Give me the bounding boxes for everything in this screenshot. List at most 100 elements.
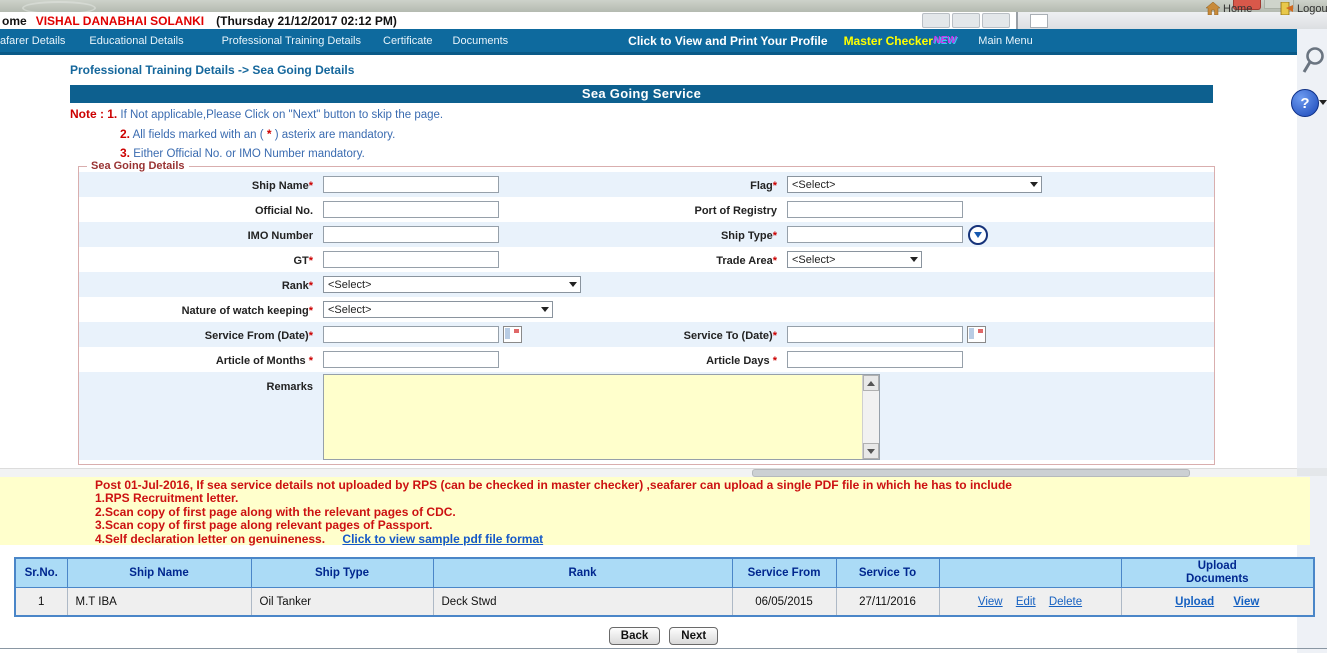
required-asterisk: *	[773, 355, 777, 367]
trade-area-select[interactable]: <Select>	[787, 251, 922, 268]
notice-line-1: Post 01-Jul-2016, If sea service details…	[95, 479, 1310, 492]
ship-name-input[interactable]	[323, 176, 499, 193]
nav-educational-details[interactable]: Educational Details	[89, 35, 183, 47]
cell-ship-type: Oil Tanker	[251, 588, 433, 617]
required-asterisk: *	[309, 355, 313, 367]
breadcrumb: Professional Training Details -> Sea Goi…	[70, 63, 354, 77]
note-3-text: Either Official No. or IMO Number mandat…	[133, 148, 365, 160]
nav-professional-training-details[interactable]: Professional Training Details	[222, 35, 361, 47]
article-months-input[interactable]	[323, 351, 499, 368]
service-from-calendar-icon[interactable]	[503, 326, 522, 343]
article-days-label: Article Days	[706, 355, 773, 367]
browser-chrome-fragment	[952, 13, 980, 28]
sample-pdf-link[interactable]: Click to view sample pdf file format	[342, 532, 543, 546]
remarks-textarea[interactable]	[323, 374, 880, 460]
scroll-down-icon[interactable]	[863, 443, 879, 459]
datetime-text: (Thursday 21/12/2017 02:12 PM)	[216, 14, 397, 28]
flag-select-value: <Select>	[788, 179, 839, 191]
horizontal-scrollbar[interactable]	[0, 468, 1297, 477]
cell-rank: Deck Stwd	[433, 588, 732, 617]
search-icon[interactable]	[1302, 46, 1326, 76]
flag-select[interactable]: <Select>	[787, 176, 1042, 193]
nav-seafarer-details[interactable]: afarer Details	[0, 35, 65, 47]
imo-number-input[interactable]	[323, 226, 499, 243]
form-row-article: Article of Months * Article Days *	[79, 347, 1214, 372]
header-upload-documents: Upload Documents	[1121, 558, 1314, 588]
nav-main-menu[interactable]: Main Menu	[978, 35, 1032, 47]
browser-chrome-fragment	[982, 13, 1010, 28]
port-of-registry-input[interactable]	[787, 201, 963, 218]
rank-select[interactable]: <Select>	[323, 276, 581, 293]
article-months-label: Article of Months	[216, 355, 309, 367]
nav-view-print-profile[interactable]: Click to View and Print Your Profile	[628, 34, 827, 48]
service-to-label: Service To (Date)	[684, 330, 773, 342]
browser-chrome-fragment	[922, 13, 950, 28]
scrollbar-corner	[1297, 468, 1327, 476]
header-ship-name: Ship Name	[67, 558, 251, 588]
username-text: VISHAL DANABHAI SOLANKI	[36, 14, 204, 28]
note-2-asterisk: *	[267, 127, 272, 141]
ship-name-label: Ship Name	[252, 180, 309, 192]
logout-link[interactable]: Logout	[1280, 1, 1327, 16]
home-label: Home	[1223, 3, 1252, 15]
nav-certificate[interactable]: Certificate	[383, 35, 433, 47]
service-to-input[interactable]	[787, 326, 963, 343]
notice-item-1: 1.RPS Recruitment letter.	[95, 492, 1310, 505]
ship-type-input[interactable]	[787, 226, 963, 243]
note-label: Note :	[70, 107, 104, 121]
notice-item-4: 4.Self declaration letter on genuineness…	[95, 532, 325, 546]
remarks-label: Remarks	[267, 381, 313, 393]
form-row-imo-shiptype: IMO Number Ship Type*	[79, 222, 1214, 247]
header-rank: Rank	[433, 558, 732, 588]
note-1-number: 1.	[107, 107, 117, 121]
nav-master-checker[interactable]: Master Checker	[844, 34, 933, 48]
upload-view-link[interactable]: View	[1233, 596, 1259, 608]
port-of-registry-label: Port of Registry	[694, 205, 777, 217]
gt-input[interactable]	[323, 251, 499, 268]
form-row-watch-keeping: Nature of watch keeping* <Select>	[79, 297, 1214, 322]
article-days-input[interactable]	[787, 351, 963, 368]
nav-documents[interactable]: Documents	[453, 35, 509, 47]
edit-link[interactable]: Edit	[1016, 596, 1036, 608]
delete-link[interactable]: Delete	[1049, 596, 1082, 608]
nav-underline	[0, 52, 1297, 55]
cell-ship-name: M.T IBA	[67, 588, 251, 617]
note-2-text-post: ) asterix are mandatory.	[275, 129, 396, 141]
note-3-number: 3.	[120, 146, 130, 160]
service-from-input[interactable]	[323, 326, 499, 343]
cell-sr-no: 1	[15, 588, 67, 617]
note-line-3: 3. Either Official No. or IMO Number man…	[120, 146, 365, 160]
sea-going-details-fieldset: Sea Going Details Ship Name* Flag* <Sele…	[78, 160, 1215, 465]
remarks-scrollbar[interactable]	[862, 375, 879, 459]
back-button[interactable]: Back	[609, 627, 661, 645]
official-no-input[interactable]	[323, 201, 499, 218]
form-row-rank: Rank* <Select>	[79, 272, 1214, 297]
logout-door-icon	[1280, 2, 1294, 15]
required-asterisk: *	[309, 305, 313, 317]
view-link[interactable]: View	[978, 596, 1003, 608]
header-ship-type: Ship Type	[251, 558, 433, 588]
watch-keeping-select[interactable]: <Select>	[323, 301, 553, 318]
help-button[interactable]: ?	[1291, 89, 1319, 117]
chevron-down-icon	[538, 302, 552, 317]
upload-link[interactable]: Upload	[1175, 596, 1214, 608]
next-button[interactable]: Next	[669, 627, 718, 645]
imo-number-label: IMO Number	[248, 230, 313, 242]
logout-label: Logout	[1297, 3, 1327, 15]
notice-item-4-line: 4.Self declaration letter on genuineness…	[95, 533, 1310, 546]
service-to-calendar-icon[interactable]	[967, 326, 986, 343]
required-asterisk: *	[773, 230, 777, 242]
remarks-textarea-body[interactable]	[324, 375, 862, 459]
ship-type-lookup-button[interactable]	[968, 225, 988, 245]
form-row-official-port: Official No. Port of Registry	[79, 197, 1214, 222]
page-title: Sea Going Service	[70, 85, 1213, 103]
help-dropdown-caret[interactable]	[1319, 100, 1327, 105]
horizontal-scrollbar-thumb[interactable]	[752, 469, 1190, 477]
note-2-text-pre: All fields marked with an (	[133, 129, 264, 141]
scroll-up-icon[interactable]	[863, 375, 879, 391]
home-link[interactable]: Home	[1206, 1, 1252, 16]
cell-actions: View Edit Delete	[939, 588, 1121, 617]
home-icon	[1206, 2, 1220, 15]
cell-upload-documents: Upload View	[1121, 588, 1314, 617]
header-sr-no: Sr.No.	[15, 558, 67, 588]
